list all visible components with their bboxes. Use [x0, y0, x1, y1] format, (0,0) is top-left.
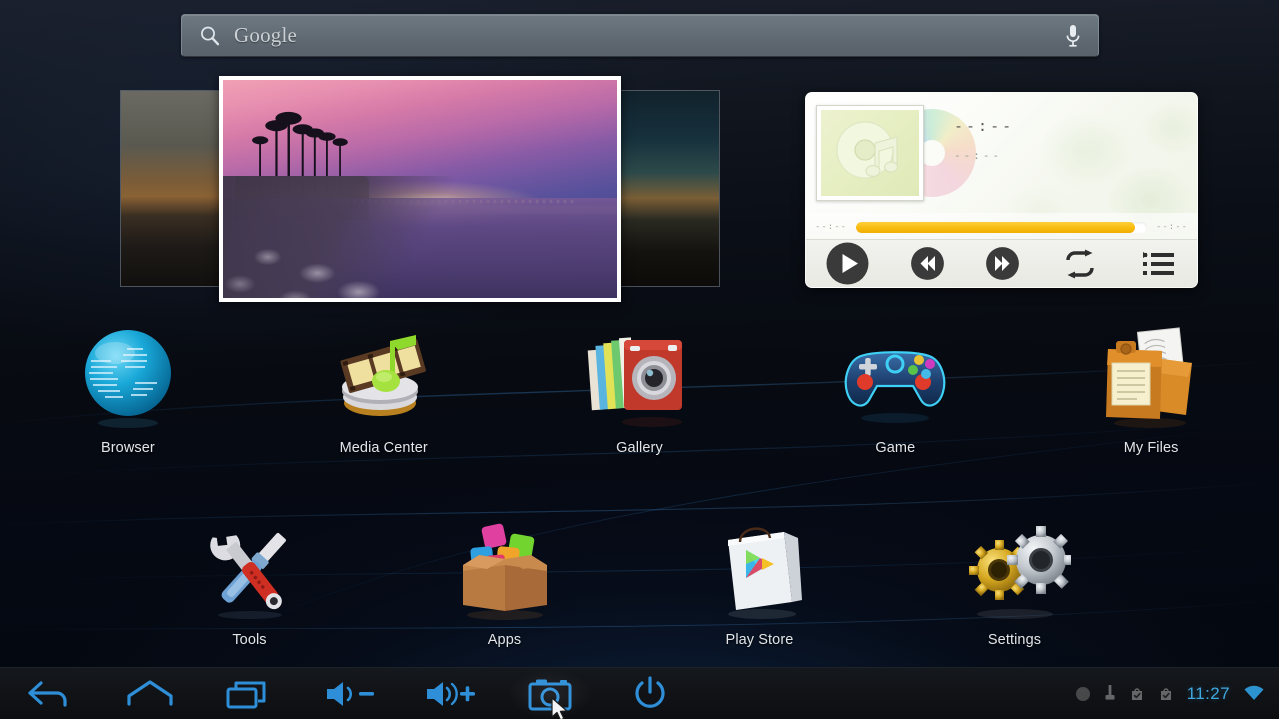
app-grid: Browser Media Center Gallery Game My Fil…	[0, 322, 1279, 648]
play-store-bag-icon	[704, 514, 816, 626]
volume-down-button[interactable]	[300, 668, 400, 719]
status-tray[interactable]: 11:27	[1075, 684, 1279, 704]
repeat-icon	[1065, 249, 1094, 278]
back-button[interactable]	[0, 668, 100, 719]
seek-bar-fill	[856, 221, 1136, 233]
app-row-1: Browser Media Center Gallery Game My Fil…	[0, 322, 1279, 456]
app-label: Apps	[487, 632, 522, 648]
next-icon	[986, 247, 1020, 280]
search-icon[interactable]	[198, 24, 222, 48]
screenshot-button[interactable]	[500, 668, 600, 719]
elapsed-time: --:--	[814, 222, 848, 232]
wifi-icon	[1244, 685, 1264, 700]
usb-status-icon	[1105, 685, 1115, 700]
back-arrow-icon	[28, 680, 67, 707]
volume-down-icon	[327, 681, 374, 706]
app-gallery[interactable]: Gallery	[512, 322, 768, 456]
repeat-button[interactable]	[1041, 249, 1119, 279]
gallery-photo-current[interactable]	[219, 76, 621, 302]
media-center-icon	[328, 322, 440, 434]
home-icon	[127, 679, 173, 706]
previous-icon	[910, 247, 944, 280]
app-settings[interactable]: Settings	[887, 514, 1142, 648]
app-browser[interactable]: Browser	[0, 322, 256, 456]
volume-up-button[interactable]	[400, 668, 500, 719]
camera-icon	[528, 679, 572, 710]
play-button[interactable]	[806, 241, 890, 286]
track-artist: --:--	[954, 149, 1003, 162]
microphone-icon[interactable]	[1062, 23, 1084, 49]
google-search-bar[interactable]: Google	[181, 14, 1099, 57]
app-label: Game	[875, 440, 916, 456]
track-title: --:--	[954, 117, 1015, 135]
volume-up-icon	[427, 681, 475, 706]
tools-wrench-icon	[194, 514, 306, 626]
google-logo-text: Google	[234, 23, 298, 47]
seek-bar[interactable]	[856, 221, 1147, 233]
gallery-camera-icon	[583, 322, 695, 434]
status-clock: 11:27	[1186, 683, 1230, 703]
recents-button[interactable]	[200, 668, 300, 719]
settings-gears-icon	[959, 514, 1071, 626]
apps-box-icon	[449, 514, 561, 626]
music-disc-note-icon	[836, 121, 898, 179]
music-seek-row: --:-- --:--	[806, 213, 1197, 241]
app-label: Browser	[100, 440, 155, 456]
total-time: --:--	[1155, 222, 1189, 232]
app-media-center[interactable]: Media Center	[256, 322, 512, 456]
app-row-2: Tools Apps Play Store Settings	[0, 514, 1279, 648]
app-tools[interactable]: Tools	[122, 514, 377, 648]
app-label: Media Center	[339, 440, 428, 456]
next-button[interactable]	[965, 246, 1041, 281]
play-icon	[826, 242, 869, 285]
launcher-screen: Google --:-- --:-- --:-- --:-- Browser M…	[0, 0, 1279, 719]
previous-button[interactable]	[890, 246, 966, 281]
sd-check-icon-1	[1131, 687, 1142, 700]
power-button[interactable]	[600, 668, 700, 719]
sd-check-icon-2	[1160, 687, 1171, 700]
app-label: Gallery	[616, 440, 663, 456]
my-files-folder-icon	[1095, 322, 1207, 434]
app-label: Tools	[232, 632, 267, 648]
music-player-widget[interactable]: --:-- --:-- --:-- --:--	[805, 92, 1198, 288]
app-label: Settings	[987, 632, 1042, 648]
circle-status-icon	[1075, 686, 1090, 701]
app-label: My Files	[1123, 440, 1179, 456]
playlist-button[interactable]	[1118, 251, 1197, 277]
browser-globe-icon	[72, 322, 184, 434]
music-widget-top: --:-- --:--	[806, 93, 1197, 213]
game-controller-icon	[839, 322, 951, 434]
app-game[interactable]: Game	[767, 322, 1023, 456]
recent-apps-icon	[226, 681, 266, 708]
photo-gallery-widget[interactable]	[119, 76, 721, 302]
gallery-photo-current-image	[223, 80, 617, 298]
search-bar-left: Google	[198, 23, 297, 48]
playlist-icon	[1142, 251, 1174, 275]
app-label: Play Store	[725, 632, 794, 648]
album-art-image	[821, 110, 919, 196]
music-controls	[806, 239, 1197, 287]
system-navigation-bar: 11:27	[0, 667, 1279, 719]
photo-rocks	[223, 175, 484, 298]
app-my-files[interactable]: My Files	[1023, 322, 1279, 456]
home-button[interactable]	[100, 668, 200, 719]
album-art[interactable]	[816, 105, 924, 201]
power-icon	[635, 675, 665, 708]
app-play-store[interactable]: Play Store	[632, 514, 887, 648]
app-apps[interactable]: Apps	[377, 514, 632, 648]
